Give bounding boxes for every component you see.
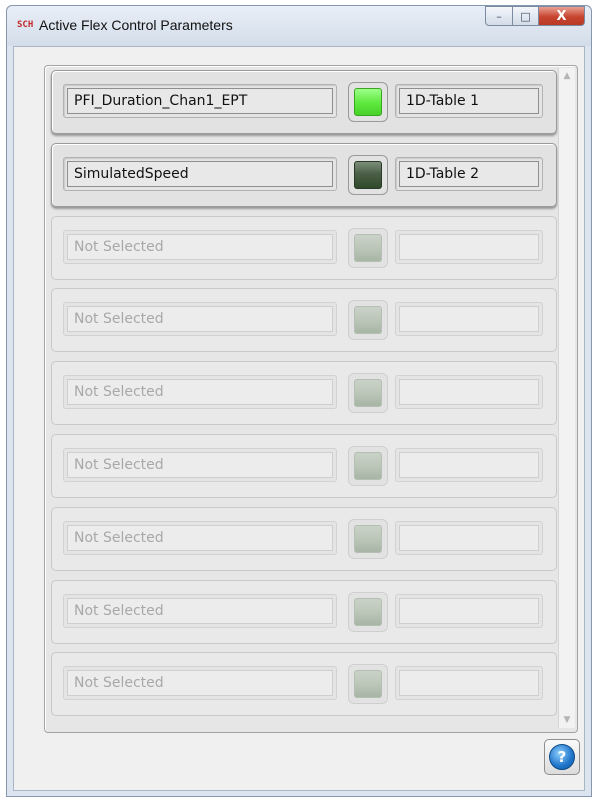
app-window: SCH Active Flex Control Parameters – □ X… xyxy=(6,5,592,797)
led-lamp-icon xyxy=(354,379,382,408)
parameter-name-value: Not Selected xyxy=(67,233,333,260)
minimize-icon: – xyxy=(496,9,502,23)
table-name-field[interactable] xyxy=(395,447,543,482)
scroll-up-icon[interactable]: ▲ xyxy=(559,68,575,84)
parameter-row-8: Not Selected xyxy=(51,579,557,644)
parameter-name-value: Not Selected xyxy=(67,306,333,333)
status-led xyxy=(348,445,388,486)
parameter-name-field[interactable]: PFI_Duration_Chan1_EPT xyxy=(63,84,337,118)
parameter-row-2: SimulatedSpeed 1D-Table 2 xyxy=(51,142,557,207)
scroll-down-icon[interactable]: ▼ xyxy=(559,712,575,728)
table-name-value xyxy=(399,597,539,624)
caption-buttons: – □ X xyxy=(485,6,585,26)
parameter-row-5: Not Selected xyxy=(51,361,557,426)
table-name-field[interactable] xyxy=(395,229,543,264)
led-lamp-icon xyxy=(354,597,382,626)
table-name-field[interactable] xyxy=(395,302,543,337)
parameter-name-field[interactable]: Not Selected xyxy=(63,229,337,264)
status-led xyxy=(348,518,388,559)
parameter-name-field[interactable]: Not Selected xyxy=(63,375,337,410)
parameter-name-field[interactable]: Not Selected xyxy=(63,520,337,555)
parameter-row-6: Not Selected xyxy=(51,433,557,498)
status-led xyxy=(348,591,388,632)
status-led xyxy=(348,227,388,268)
table-name-value: 1D-Table 2 xyxy=(399,160,539,187)
status-led xyxy=(348,373,388,414)
status-led xyxy=(348,300,388,341)
close-button[interactable]: X xyxy=(539,6,585,26)
help-icon: ? xyxy=(549,744,575,770)
parameter-rows: PFI_Duration_Chan1_EPT 1D-Table 1 Simula… xyxy=(51,70,557,725)
parameter-name-value: Not Selected xyxy=(67,670,333,697)
led-lamp-icon xyxy=(354,233,382,262)
led-lamp-icon xyxy=(354,451,382,480)
table-name-value: 1D-Table 1 xyxy=(399,88,539,114)
parameter-row-1: PFI_Duration_Chan1_EPT 1D-Table 1 xyxy=(51,70,557,134)
status-led xyxy=(348,154,388,195)
table-name-value xyxy=(399,670,539,697)
led-lamp-icon xyxy=(354,306,382,335)
table-name-field[interactable] xyxy=(395,666,543,701)
table-name-field[interactable]: 1D-Table 1 xyxy=(395,84,543,118)
table-name-field[interactable]: 1D-Table 2 xyxy=(395,156,543,191)
parameter-name-value: Not Selected xyxy=(67,597,333,624)
table-name-field[interactable] xyxy=(395,375,543,410)
table-name-value xyxy=(399,451,539,478)
parameter-row-7: Not Selected xyxy=(51,506,557,571)
parameter-name-field[interactable]: Not Selected xyxy=(63,593,337,628)
parameter-name-value: SimulatedSpeed xyxy=(67,160,333,187)
led-lamp-icon xyxy=(354,524,382,553)
table-name-value xyxy=(399,233,539,260)
parameter-name-value: PFI_Duration_Chan1_EPT xyxy=(67,88,333,114)
parameter-name-field[interactable]: Not Selected xyxy=(63,302,337,337)
title-bar[interactable]: SCH Active Flex Control Parameters – □ X xyxy=(7,6,591,46)
table-name-field[interactable] xyxy=(395,520,543,555)
table-name-field[interactable] xyxy=(395,593,543,628)
parameter-name-field[interactable]: SimulatedSpeed xyxy=(63,156,337,191)
parameter-name-field[interactable]: Not Selected xyxy=(63,447,337,482)
parameter-row-4: Not Selected xyxy=(51,288,557,353)
status-led xyxy=(348,664,388,705)
parameter-name-field[interactable]: Not Selected xyxy=(63,666,337,701)
parameter-list: PFI_Duration_Chan1_EPT 1D-Table 1 Simula… xyxy=(44,65,578,733)
maximize-button[interactable]: □ xyxy=(513,6,539,26)
parameter-name-value: Not Selected xyxy=(67,451,333,478)
led-lamp-icon xyxy=(354,160,382,189)
table-name-value xyxy=(399,524,539,551)
client-area: PFI_Duration_Chan1_EPT 1D-Table 1 Simula… xyxy=(13,46,585,791)
parameter-name-value: Not Selected xyxy=(67,379,333,406)
led-lamp-icon xyxy=(354,670,382,699)
parameter-row-3: Not Selected xyxy=(51,215,557,280)
table-name-value xyxy=(399,306,539,333)
help-button[interactable]: ? xyxy=(544,739,580,775)
app-icon: SCH xyxy=(17,20,34,30)
close-icon: X xyxy=(556,8,567,24)
status-led xyxy=(348,82,388,122)
window-title: Active Flex Control Parameters xyxy=(39,17,233,33)
parameter-name-value: Not Selected xyxy=(67,524,333,551)
led-lamp-icon xyxy=(354,88,382,116)
table-name-value xyxy=(399,379,539,406)
minimize-button[interactable]: – xyxy=(485,6,513,26)
parameter-row-9: Not Selected xyxy=(51,652,557,717)
maximize-icon: □ xyxy=(520,9,531,23)
vertical-scrollbar[interactable]: ▲ ▼ xyxy=(558,68,575,728)
